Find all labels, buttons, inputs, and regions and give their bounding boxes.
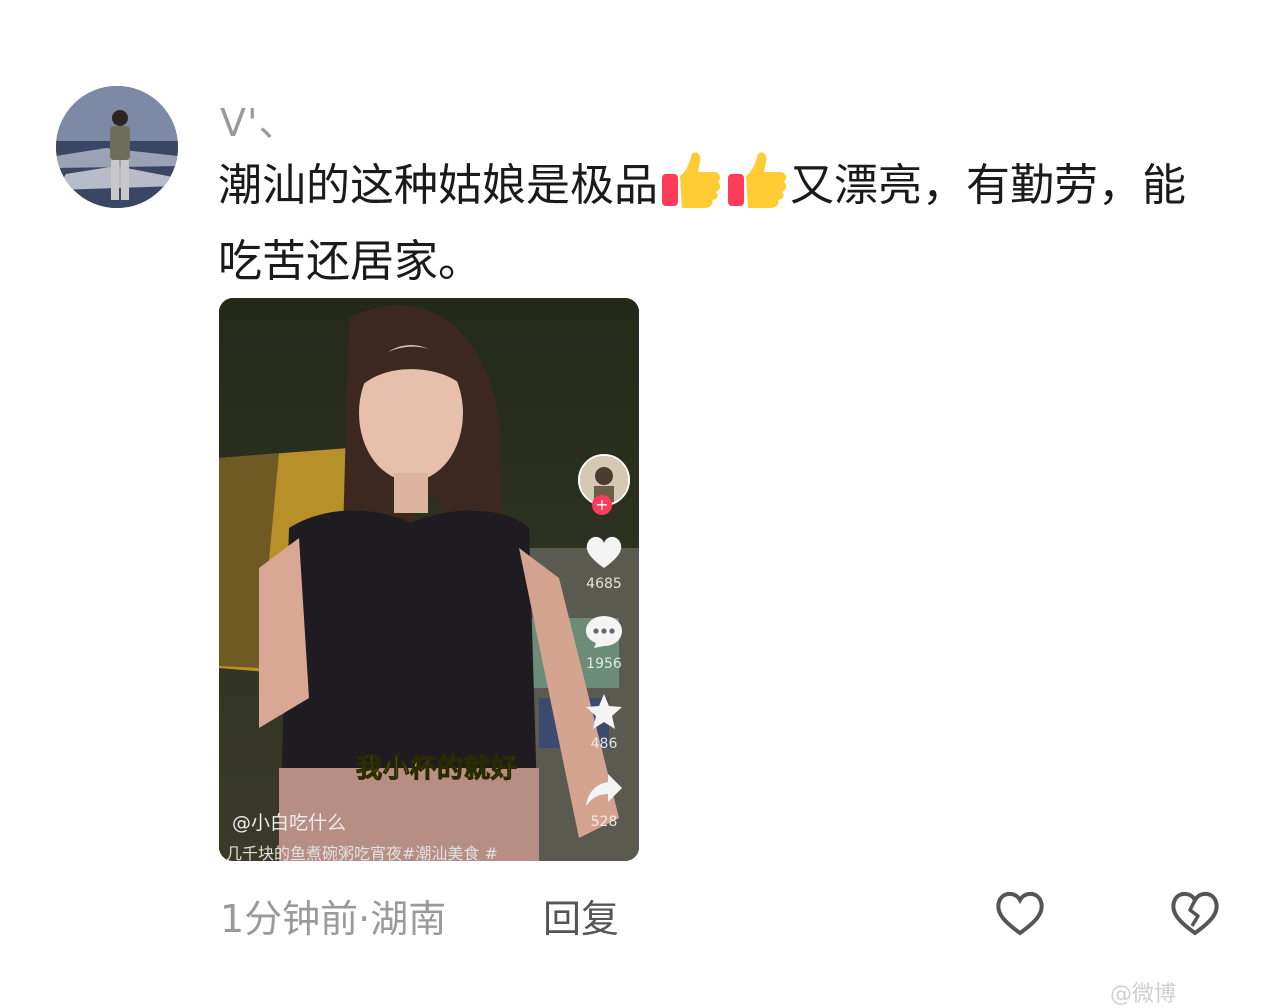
- share-arrow-icon: [586, 774, 622, 806]
- commenter-avatar[interactable]: [56, 86, 178, 208]
- follow-plus-icon[interactable]: +: [592, 495, 612, 515]
- thumbs-up-icon: [726, 150, 788, 229]
- reply-button[interactable]: 回复: [543, 888, 619, 943]
- comment-text: 潮汕的这种姑娘是极品 又漂亮，有勤劳，能吃苦还居家。: [218, 150, 1198, 295]
- commenter-username[interactable]: V'、: [220, 92, 297, 147]
- video-favorite-count: 486: [590, 736, 618, 752]
- dislike-comment-button[interactable]: [1168, 888, 1222, 942]
- video-share-count: 528: [590, 814, 618, 830]
- video-like-button[interactable]: 4685: [574, 534, 634, 592]
- comment-text-part1: 潮汕的这种姑娘是极品: [218, 160, 658, 211]
- like-comment-button[interactable]: [993, 888, 1047, 942]
- thumbs-up-icon: [660, 150, 722, 229]
- heart-icon: [586, 536, 622, 568]
- video-comment-button[interactable]: 1956: [574, 614, 634, 672]
- comment-time-location: 1分钟前·湖南: [220, 897, 447, 941]
- comment-bubble-icon: [586, 616, 622, 648]
- video-share-button[interactable]: 528: [574, 772, 634, 830]
- watermark: @微博: [1110, 982, 1177, 1007]
- video-author-handle[interactable]: @小白吃什么: [232, 808, 346, 835]
- video-description: 几千块的鱼煮碗粥吃宵夜#潮汕美食 #: [226, 844, 498, 863]
- star-icon: [586, 694, 622, 729]
- heart-outline-icon: [996, 891, 1044, 936]
- video-subtitle: 我小杯的就好: [355, 754, 519, 785]
- video-comment-count: 1956: [586, 656, 622, 672]
- broken-heart-icon: [1171, 891, 1219, 936]
- video-favorite-button[interactable]: 486: [574, 692, 634, 752]
- video-like-count: 4685: [586, 576, 622, 592]
